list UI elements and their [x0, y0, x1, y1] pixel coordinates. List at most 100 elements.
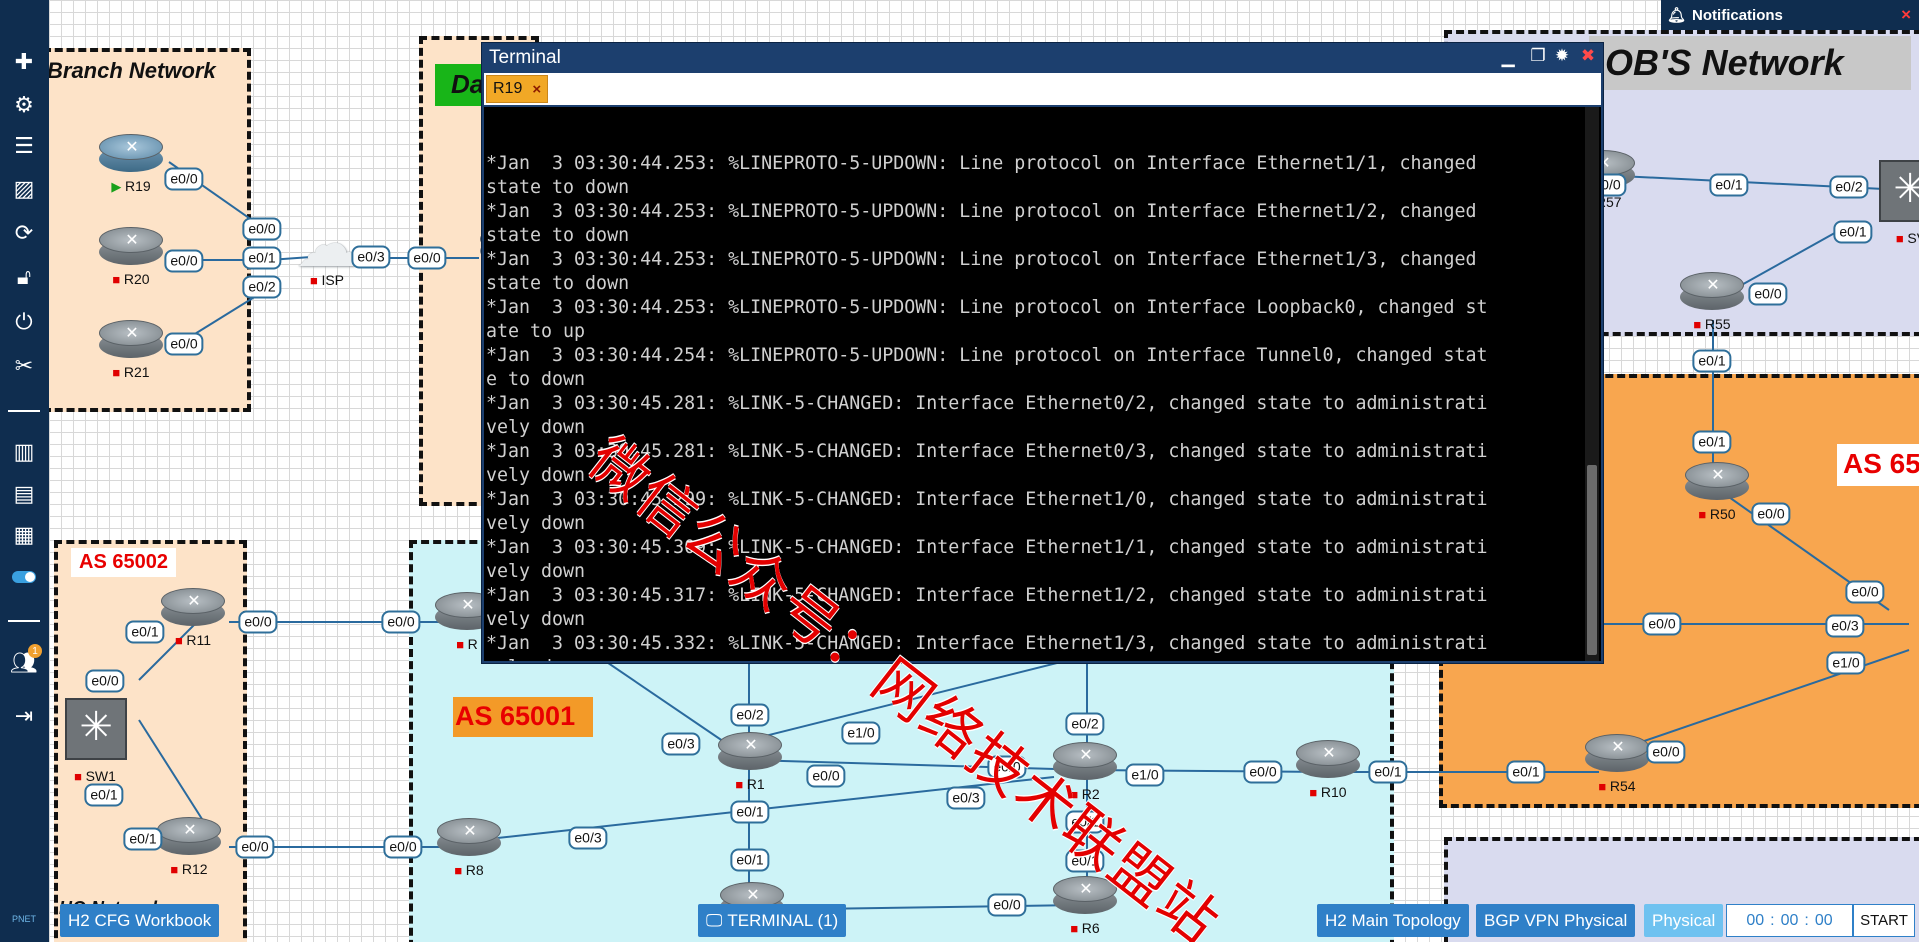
- port-label: e0/0: [85, 669, 125, 693]
- router-icon: [1585, 732, 1650, 778]
- router-icon: [1685, 460, 1750, 506]
- port-label: e0/1: [84, 783, 124, 807]
- router-r55[interactable]: R55: [1674, 270, 1750, 332]
- timer-minutes[interactable]: 00: [1781, 912, 1799, 930]
- router-icon: [157, 815, 222, 861]
- left-sidebar: ✚ ⚙ ☰ ▨ ⟳ 🔓︎ ⏻ ✂ ▥ ▤ ▦ 👥︎ 1 ⇥ PNET: [0, 0, 49, 942]
- gear-icon[interactable]: ✹: [1551, 46, 1573, 68]
- terminal-line: state to down: [486, 225, 630, 246]
- port-label: e0/3: [1825, 614, 1865, 638]
- tools-icon[interactable]: ✂: [8, 350, 40, 382]
- router-r10[interactable]: R10: [1290, 738, 1366, 800]
- timer-hours[interactable]: 00: [1746, 912, 1764, 930]
- users-badge: 1: [28, 644, 42, 658]
- list-icon[interactable]: ☰: [8, 130, 40, 162]
- terminal-line: *Jan 3 03:30:45.317: %LINK-5-CHANGED: In…: [486, 585, 1488, 606]
- router-icon: [1053, 874, 1118, 920]
- port-label: e0/1: [1692, 430, 1732, 454]
- close-icon[interactable]: ×: [1901, 5, 1911, 25]
- router-icon: [161, 586, 226, 632]
- terminal-line: *Jan 3 03:30:45.299: %LINK-5-CHANGED: In…: [486, 489, 1488, 510]
- terminal-tabbar: R19 ×: [484, 73, 1601, 105]
- terminal-button[interactable]: 🖵︎ TERMINAL (1): [698, 904, 847, 937]
- port-label: e0/2: [1829, 175, 1869, 199]
- router-r54[interactable]: R54: [1579, 732, 1655, 794]
- router-icon: [718, 730, 783, 776]
- port-label: e0/1: [242, 246, 282, 270]
- book-icon[interactable]: ▦: [8, 519, 40, 551]
- router-r11[interactable]: R11: [155, 586, 231, 648]
- physical-button[interactable]: Physical: [1644, 904, 1724, 937]
- lab-timer[interactable]: 00 : 00 : 00: [1726, 904, 1853, 937]
- router-r19[interactable]: R19: [93, 132, 169, 195]
- router-r6[interactable]: R6: [1047, 874, 1123, 936]
- port-label: e0/3: [661, 732, 701, 756]
- port-label: e0/0: [164, 249, 204, 273]
- port-label: e0/0: [987, 755, 1027, 779]
- switch-right[interactable]: SV: [1873, 184, 1919, 246]
- terminal-line: vely down: [486, 561, 586, 582]
- terminal-title: Terminal: [489, 47, 561, 68]
- terminal-line: vely down: [486, 513, 586, 534]
- port-label: e0/0: [1748, 282, 1788, 306]
- router-icon: [99, 318, 164, 364]
- router-r20[interactable]: R20: [93, 225, 169, 287]
- port-label: e0/0: [1751, 502, 1791, 526]
- port-label: e1/0: [1826, 651, 1866, 675]
- power-icon[interactable]: ⏻: [8, 306, 40, 338]
- router-r50[interactable]: R50: [1679, 460, 1755, 522]
- chart-icon[interactable]: ▥: [8, 436, 40, 468]
- router-r2[interactable]: R2: [1047, 740, 1123, 802]
- router-r1[interactable]: R1: [712, 730, 788, 792]
- scrollbar-thumb[interactable]: [1587, 465, 1597, 655]
- terminal-scrollbar[interactable]: [1585, 107, 1599, 661]
- logout-icon[interactable]: ⇥: [8, 700, 40, 732]
- image-icon[interactable]: ▨: [8, 173, 40, 205]
- restore-icon[interactable]: ❐: [1527, 46, 1549, 68]
- port-label: e0/1: [1833, 220, 1873, 244]
- users-icon[interactable]: 👥︎ 1: [8, 644, 42, 679]
- port-label: e0/1: [1709, 173, 1749, 197]
- port-label: e0/0: [1845, 580, 1885, 604]
- timer-sep: :: [1770, 911, 1775, 929]
- switch-sw1[interactable]: SW1: [57, 722, 133, 784]
- unlock-icon[interactable]: 🔓︎: [8, 261, 40, 293]
- terminal-line: vely down: [486, 465, 586, 486]
- port-label: e0/3: [351, 245, 391, 269]
- router-icon: [1296, 738, 1361, 784]
- plus-icon[interactable]: ✚: [8, 46, 40, 78]
- main-topology-button[interactable]: H2 Main Topology: [1317, 904, 1469, 937]
- port-label: e0/1: [1368, 760, 1408, 784]
- port-label: e0/1: [1692, 349, 1732, 373]
- port-label: e0/1: [1065, 810, 1105, 834]
- terminal-line: state to down: [486, 273, 630, 294]
- terminal-tab-r19[interactable]: R19 ×: [486, 75, 549, 103]
- minimize-icon[interactable]: ▁: [1497, 48, 1519, 70]
- timer-seconds[interactable]: 00: [1815, 912, 1833, 930]
- gears-icon[interactable]: ⚙: [8, 89, 40, 121]
- close-icon[interactable]: ✖: [1577, 46, 1599, 68]
- start-button[interactable]: START: [1853, 904, 1915, 937]
- router-icon: [1053, 740, 1118, 786]
- port-label: e0/0: [1243, 760, 1283, 784]
- refresh-icon[interactable]: ⟳: [8, 217, 40, 249]
- tab-close-icon[interactable]: ×: [532, 81, 541, 98]
- terminal-line: ate to up: [486, 321, 586, 342]
- port-label: e0/1: [1065, 849, 1105, 873]
- notifications-panel[interactable]: 🔔︎ Notifications ×: [1661, 0, 1919, 30]
- workbook-button[interactable]: H2 CFG Workbook: [60, 904, 220, 937]
- terminal-line: state to down: [486, 177, 630, 198]
- terminal-line: *Jan 3 03:30:44.253: %LINEPROTO-5-UPDOWN…: [486, 249, 1477, 270]
- bgp-vpn-button[interactable]: BGP VPN Physical: [1476, 904, 1636, 937]
- terminal-titlebar[interactable]: Terminal ▁ ❐ ✹ ✖: [482, 43, 1603, 73]
- terminal-screen[interactable]: *Jan 3 03:30:44.253: %LINEPROTO-5-UPDOWN…: [484, 107, 1601, 661]
- toggle-icon[interactable]: [8, 561, 40, 593]
- router-r12[interactable]: R12: [151, 815, 227, 877]
- port-label: e0/0: [238, 610, 278, 634]
- terminal-window[interactable]: Terminal ▁ ❐ ✹ ✖ R19 × *Jan 3 03:30:44.2…: [481, 42, 1604, 664]
- map-icon[interactable]: ▤: [8, 478, 40, 510]
- router-r8[interactable]: R8: [431, 816, 507, 878]
- router-icon: [99, 225, 164, 271]
- terminal-line: *Jan 3 03:30:44.253: %LINEPROTO-5-UPDOWN…: [486, 297, 1488, 318]
- router-r21[interactable]: R21: [93, 318, 169, 380]
